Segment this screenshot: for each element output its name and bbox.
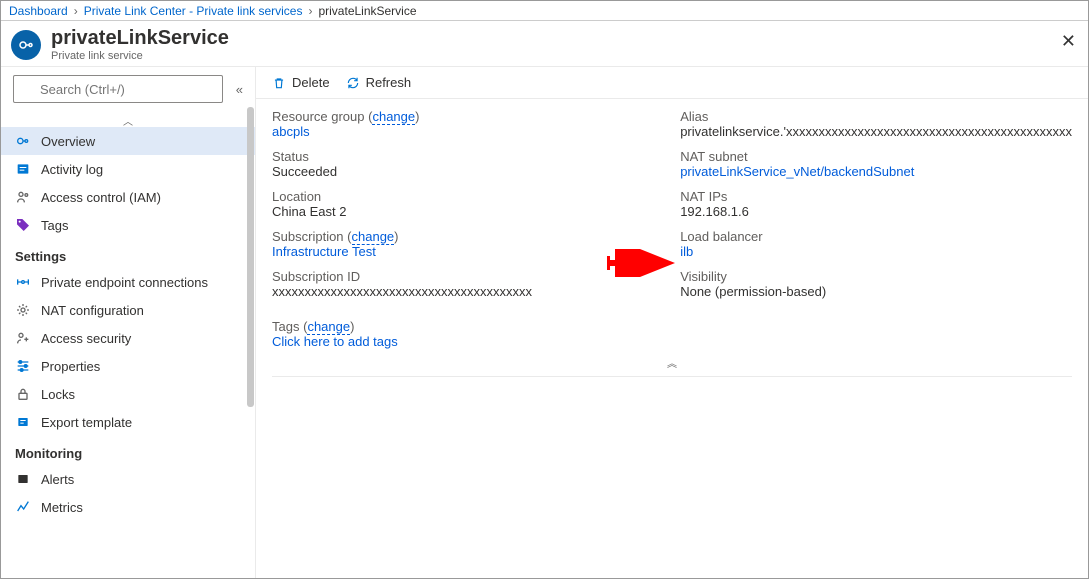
nav-properties[interactable]: Properties: [1, 352, 255, 380]
section-settings: Settings: [1, 239, 255, 268]
natsubnet-value[interactable]: privateLinkService_vNet/backendSubnet: [680, 164, 914, 179]
overview-left-col: Resource group (change) abcpls Status Su…: [272, 109, 640, 349]
nav-activity-log[interactable]: Activity log: [1, 155, 255, 183]
section-monitoring: Monitoring: [1, 436, 255, 465]
iam-icon: [15, 189, 31, 205]
subid-label: Subscription ID: [272, 269, 640, 284]
nav-access-security[interactable]: Access security: [1, 324, 255, 352]
refresh-button[interactable]: Refresh: [346, 75, 412, 90]
nav-alerts[interactable]: Alerts: [1, 465, 255, 493]
vis-value: None (permission-based): [680, 284, 1072, 299]
nav-label: Properties: [41, 359, 100, 374]
nav-label: Overview: [41, 134, 95, 149]
tags-value[interactable]: Click here to add tags: [272, 334, 398, 349]
nav-label: Tags: [41, 218, 68, 233]
refresh-label: Refresh: [366, 75, 412, 90]
rg-label: Resource group: [272, 109, 365, 124]
page-subtitle: Private link service: [51, 50, 229, 62]
nav-label: Access security: [41, 331, 131, 346]
export-icon: [15, 414, 31, 430]
search-input[interactable]: [13, 75, 223, 103]
access-icon: [15, 330, 31, 346]
collapse-essentials[interactable]: ︽: [272, 349, 1072, 377]
crumb-dashboard[interactable]: Dashboard: [9, 4, 68, 18]
nav-overview[interactable]: Overview: [1, 127, 255, 155]
status-value: Succeeded: [272, 164, 640, 179]
sidebar: « ︿ Overview Activity log Access control…: [1, 67, 256, 578]
nav-label: Export template: [41, 415, 132, 430]
properties-icon: [15, 358, 31, 374]
arrow-annotation-icon: [605, 249, 675, 277]
alias-value: privatelinkservice.'xxxxxxxxxxxxxxxxxxxx…: [680, 124, 1072, 139]
nav-access-control[interactable]: Access control (IAM): [1, 183, 255, 211]
nav-locks[interactable]: Locks: [1, 380, 255, 408]
scrollbar-thumb[interactable]: [247, 107, 254, 407]
nav-label: Alerts: [41, 472, 74, 487]
main-panel: Delete Refresh Resource group (change) a…: [256, 67, 1088, 578]
alias-label: Alias: [680, 109, 1072, 124]
chevron-right-icon: ›: [74, 4, 78, 18]
nav-label: Activity log: [41, 162, 103, 177]
nav-label: Private endpoint connections: [41, 275, 208, 290]
trash-icon: [272, 76, 286, 90]
nav-label: Locks: [41, 387, 75, 402]
nav-tags[interactable]: Tags: [1, 211, 255, 239]
nav-pec[interactable]: Private endpoint connections: [1, 268, 255, 296]
nav-label: NAT configuration: [41, 303, 144, 318]
metrics-icon: [15, 499, 31, 515]
breadcrumb: Dashboard › Private Link Center - Privat…: [1, 1, 1088, 21]
crumb-current: privateLinkService: [318, 4, 416, 18]
collapse-icon[interactable]: «: [232, 82, 247, 97]
content: Resource group (change) abcpls Status Su…: [256, 99, 1088, 578]
tags-label: Tags: [272, 319, 299, 334]
delete-label: Delete: [292, 75, 330, 90]
close-icon[interactable]: ✕: [1061, 31, 1076, 52]
nav-nat[interactable]: NAT configuration: [1, 296, 255, 324]
toolbar: Delete Refresh: [256, 67, 1088, 99]
vis-label: Visibility: [680, 269, 1072, 284]
chevron-right-icon: ›: [308, 4, 312, 18]
location-value: China East 2: [272, 204, 640, 219]
status-label: Status: [272, 149, 640, 164]
natip-value: 192.168.1.6: [680, 204, 1072, 219]
location-label: Location: [272, 189, 640, 204]
tags-change-link[interactable]: change: [307, 319, 350, 335]
subid-value: xxxxxxxxxxxxxxxxxxxxxxxxxxxxxxxxxxxxxxxx: [272, 284, 640, 299]
lb-value[interactable]: ilb: [680, 244, 693, 259]
tags-icon: [15, 217, 31, 233]
crumb-plc[interactable]: Private Link Center - Private link servi…: [84, 4, 303, 18]
overview-icon: [15, 133, 31, 149]
resource-icon: [11, 30, 41, 60]
scroll-up-icon[interactable]: ︿: [121, 113, 135, 127]
sidebar-scroll[interactable]: ︿ Overview Activity log Access control (…: [1, 111, 255, 578]
nav-export[interactable]: Export template: [1, 408, 255, 436]
delete-button[interactable]: Delete: [272, 75, 330, 90]
pec-icon: [15, 274, 31, 290]
nat-icon: [15, 302, 31, 318]
overview-right-col: Alias privatelinkservice.'xxxxxxxxxxxxxx…: [680, 109, 1072, 349]
nav-label: Metrics: [41, 500, 83, 515]
sub-change-link[interactable]: change: [352, 229, 395, 245]
natsubnet-label: NAT subnet: [680, 149, 1072, 164]
sub-label: Subscription: [272, 229, 344, 244]
natip-label: NAT IPs: [680, 189, 1072, 204]
sub-value[interactable]: Infrastructure Test: [272, 244, 376, 259]
rg-value[interactable]: abcpls: [272, 124, 310, 139]
refresh-icon: [346, 76, 360, 90]
alert-icon: [15, 471, 31, 487]
page-header: privateLinkService Private link service …: [1, 21, 1088, 66]
lb-label: Load balancer: [680, 229, 1072, 244]
log-icon: [15, 161, 31, 177]
nav-label: Access control (IAM): [41, 190, 161, 205]
nav-metrics[interactable]: Metrics: [1, 493, 255, 521]
rg-change-link[interactable]: change: [372, 109, 415, 125]
lock-icon: [15, 386, 31, 402]
page-title: privateLinkService: [51, 27, 229, 50]
